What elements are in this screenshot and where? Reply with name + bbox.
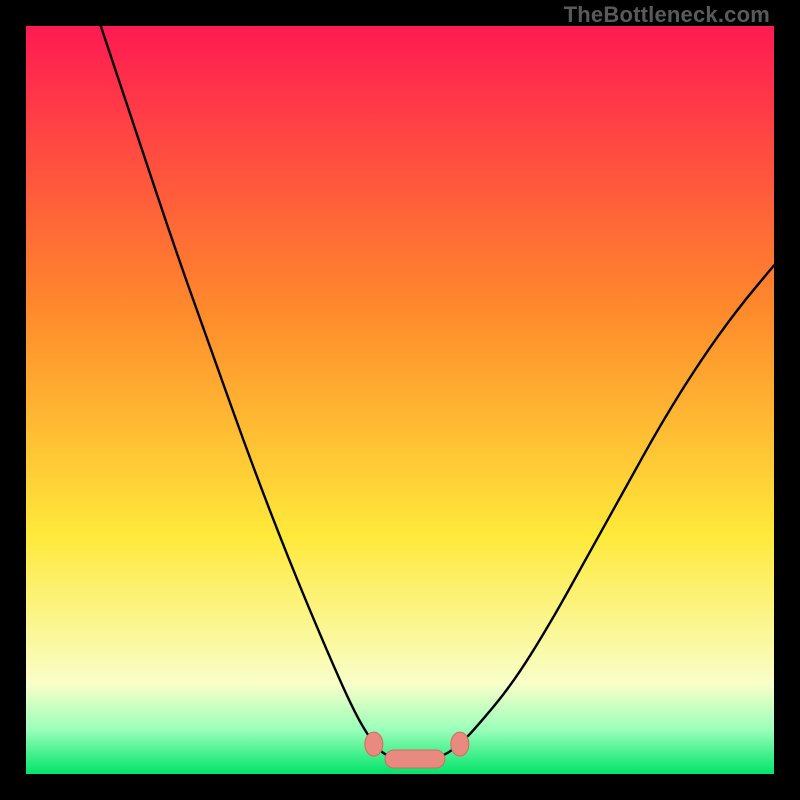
watermark-text: TheBottleneck.com: [564, 2, 770, 28]
plot-area: [26, 26, 774, 774]
chart-svg: [26, 26, 774, 774]
outer-frame: TheBottleneck.com: [0, 0, 800, 800]
marker-dot: [451, 732, 469, 756]
marker-dot: [365, 732, 383, 756]
marker-flat-bar: [385, 750, 445, 768]
